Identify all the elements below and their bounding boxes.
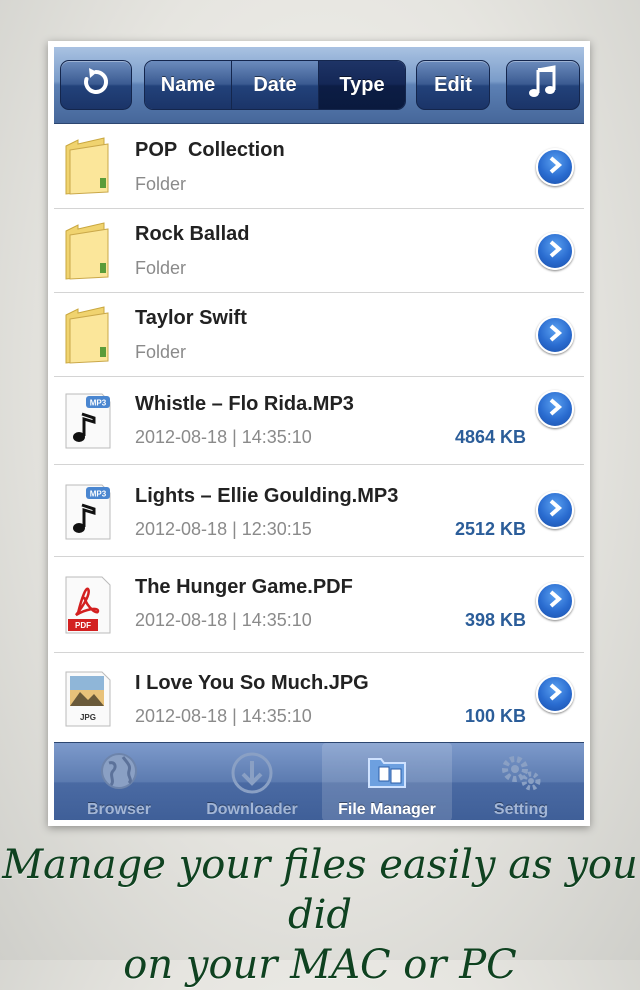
- item-name: Taylor Swift: [135, 307, 247, 329]
- tab-label: Downloader: [206, 801, 298, 818]
- tab-label: Browser: [86, 801, 152, 818]
- disclosure-button[interactable]: [536, 390, 574, 428]
- item-name: Whistle – Flo Rida.MP3: [135, 393, 354, 415]
- sort-by-name-button[interactable]: Name: [145, 61, 232, 109]
- list-item[interactable]: Taylor Swift Folder: [54, 293, 584, 377]
- globe-icon: [99, 751, 139, 796]
- chevron-right-icon: [547, 155, 563, 179]
- mp3-file-icon: MP3: [64, 392, 112, 455]
- folder-icon: [64, 221, 110, 286]
- refresh-icon: [80, 66, 112, 104]
- sort-segmented-control: Name Date Type: [144, 60, 406, 110]
- item-name: Lights – Ellie Goulding.MP3: [135, 485, 399, 507]
- gears-icon: [497, 751, 545, 800]
- caption-line-2: on your MAC or PC: [123, 942, 517, 988]
- disclosure-button[interactable]: [536, 232, 574, 270]
- item-size: 398 KB: [464, 610, 526, 630]
- item-detail: Folder: [135, 342, 187, 362]
- item-detail: 2012-08-18 | 14:35:10: [135, 427, 312, 447]
- download-icon: [230, 751, 274, 800]
- tab-label: File Manager: [338, 801, 436, 818]
- item-name: POP Collection: [135, 139, 285, 161]
- folder-icon: [64, 136, 110, 201]
- disclosure-button[interactable]: [536, 148, 574, 186]
- disclosure-button[interactable]: [536, 675, 574, 713]
- item-name: The Hunger Game.PDF: [135, 576, 353, 598]
- list-item[interactable]: PDF The Hunger Game.PDF 2012-08-18 | 14:…: [54, 557, 584, 653]
- svg-text:MP3: MP3: [90, 490, 107, 499]
- item-name: I Love You So Much.JPG: [135, 672, 369, 694]
- chevron-right-icon: [547, 498, 563, 522]
- svg-text:PDF: PDF: [75, 621, 91, 630]
- list-item[interactable]: MP3 Whistle – Flo Rida.MP3 2012-08-18 | …: [54, 377, 584, 465]
- tab-file-manager[interactable]: File Manager: [322, 743, 452, 820]
- svg-text:JPG: JPG: [80, 713, 96, 722]
- music-note-icon: [527, 65, 559, 105]
- chevron-right-icon: [547, 323, 563, 347]
- device-frame: Name Date Type Edit POP Collection Folde…: [48, 41, 590, 826]
- item-size: 2512 KB: [454, 519, 526, 539]
- disclosure-button[interactable]: [536, 582, 574, 620]
- refresh-button[interactable]: [60, 60, 132, 110]
- item-detail: 2012-08-18 | 14:35:10: [135, 610, 312, 630]
- svg-text:MP3: MP3: [90, 399, 107, 408]
- list-item[interactable]: MP3 Lights – Ellie Goulding.MP3 2012-08-…: [54, 465, 584, 557]
- edit-button[interactable]: Edit: [416, 60, 490, 110]
- item-detail: Folder: [135, 258, 187, 278]
- promo-caption: Manage your files easily as you did on y…: [0, 840, 640, 990]
- sort-by-date-button[interactable]: Date: [232, 61, 319, 109]
- music-button[interactable]: [506, 60, 580, 110]
- caption-line-1: Manage your files easily as you did: [2, 842, 638, 938]
- item-size: 100 KB: [464, 706, 526, 726]
- app-screen: Name Date Type Edit POP Collection Folde…: [54, 47, 584, 820]
- item-detail: 2012-08-18 | 12:30:15: [135, 519, 312, 539]
- folder-icon: [64, 305, 110, 370]
- disclosure-button[interactable]: [536, 316, 574, 354]
- tab-label: Setting: [493, 801, 549, 818]
- chevron-right-icon: [547, 239, 563, 263]
- list-item[interactable]: POP Collection Folder: [54, 124, 584, 209]
- file-list: POP Collection Folder Rock Ballad Folder: [54, 124, 584, 742]
- item-detail: 2012-08-18 | 14:35:10: [135, 706, 312, 726]
- file-manager-icon: [365, 751, 409, 796]
- sort-by-type-button[interactable]: Type: [319, 61, 405, 109]
- tab-setting[interactable]: Setting: [456, 743, 584, 820]
- jpg-file-icon: JPG: [64, 670, 112, 733]
- chevron-right-icon: [547, 682, 563, 706]
- item-size: 4864 KB: [454, 427, 526, 447]
- pdf-file-icon: PDF: [64, 575, 112, 640]
- top-toolbar: Name Date Type Edit: [54, 47, 584, 124]
- tab-browser[interactable]: Browser: [54, 743, 184, 820]
- chevron-right-icon: [547, 589, 563, 613]
- list-item[interactable]: Rock Ballad Folder: [54, 209, 584, 293]
- list-item[interactable]: JPG I Love You So Much.JPG 2012-08-18 | …: [54, 653, 584, 742]
- chevron-right-icon: [547, 397, 563, 421]
- tab-bar: Browser Downloader File Manager Setting: [54, 742, 584, 820]
- mp3-file-icon: MP3: [64, 483, 112, 546]
- item-name: Rock Ballad: [135, 223, 250, 245]
- item-detail: Folder: [135, 174, 187, 194]
- tab-downloader[interactable]: Downloader: [187, 743, 317, 820]
- disclosure-button[interactable]: [536, 491, 574, 529]
